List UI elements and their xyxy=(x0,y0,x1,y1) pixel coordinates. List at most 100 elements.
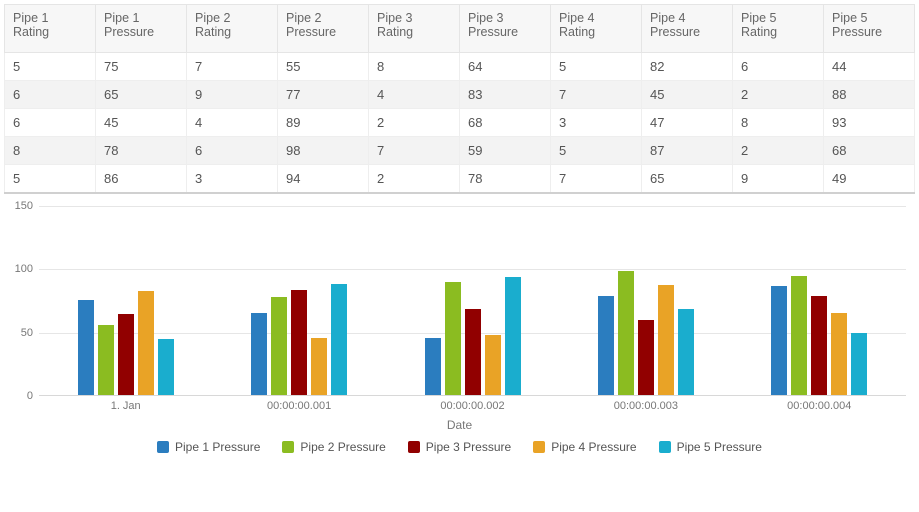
table-cell: 5 xyxy=(551,53,642,81)
legend-item: Pipe 5 Pressure xyxy=(659,440,762,454)
table-cell: 64 xyxy=(460,53,551,81)
legend-label: Pipe 4 Pressure xyxy=(551,440,636,454)
pressure-bar-chart: 050100150 1. Jan00:00:00.00100:00:00.002… xyxy=(7,200,912,460)
column-header: Pipe 1 Rating xyxy=(5,5,96,53)
table-row: 575755864582644 xyxy=(5,53,915,81)
table-cell: 82 xyxy=(642,53,733,81)
legend-label: Pipe 2 Pressure xyxy=(300,440,385,454)
table-cell: 6 xyxy=(733,53,824,81)
table-cell: 6 xyxy=(187,137,278,165)
table-row: 878698759587268 xyxy=(5,137,915,165)
table-cell: 59 xyxy=(460,137,551,165)
table-cell: 8 xyxy=(369,53,460,81)
legend-item: Pipe 1 Pressure xyxy=(157,440,260,454)
table-cell: 7 xyxy=(369,137,460,165)
bar-group xyxy=(39,206,212,395)
bar xyxy=(811,296,827,395)
bar xyxy=(158,339,174,395)
bar xyxy=(505,277,521,395)
bar xyxy=(771,286,787,395)
table-cell: 93 xyxy=(824,109,915,137)
table-cell: 7 xyxy=(551,81,642,109)
bar xyxy=(618,271,634,395)
legend-swatch xyxy=(408,441,420,453)
bar xyxy=(138,291,154,395)
table-cell: 87 xyxy=(642,137,733,165)
table-cell: 45 xyxy=(642,81,733,109)
table-cell: 44 xyxy=(824,53,915,81)
table-cell: 6 xyxy=(5,109,96,137)
table-cell: 98 xyxy=(278,137,369,165)
bar-group xyxy=(212,206,385,395)
bar xyxy=(78,300,94,395)
legend-swatch xyxy=(282,441,294,453)
table-cell: 2 xyxy=(369,165,460,194)
bar xyxy=(465,309,481,395)
table-cell: 86 xyxy=(96,165,187,194)
bar xyxy=(445,282,461,395)
column-header: Pipe 3 Rating xyxy=(369,5,460,53)
x-tick-label: 00:00:00.001 xyxy=(212,400,386,412)
table-cell: 94 xyxy=(278,165,369,194)
bar xyxy=(485,335,501,395)
table-row: 645489268347893 xyxy=(5,109,915,137)
bar xyxy=(118,314,134,395)
table-cell: 9 xyxy=(733,165,824,194)
bar xyxy=(251,313,267,395)
table-cell: 2 xyxy=(369,109,460,137)
legend-swatch xyxy=(659,441,671,453)
table-cell: 78 xyxy=(96,137,187,165)
bar xyxy=(311,338,327,395)
y-tick-label: 100 xyxy=(7,263,33,275)
chart-legend: Pipe 1 Pressure Pipe 2 Pressure Pipe 3 Pre… xyxy=(7,440,912,454)
bar xyxy=(425,338,441,395)
y-tick-label: 150 xyxy=(7,200,33,212)
legend-swatch xyxy=(533,441,545,453)
table-cell: 7 xyxy=(551,165,642,194)
bar xyxy=(851,333,867,395)
table-cell: 7 xyxy=(187,53,278,81)
table-cell: 65 xyxy=(96,81,187,109)
table-cell: 9 xyxy=(187,81,278,109)
table-cell: 4 xyxy=(187,109,278,137)
bar xyxy=(658,285,674,395)
legend-label: Pipe 1 Pressure xyxy=(175,440,260,454)
bar xyxy=(271,297,287,395)
bar xyxy=(98,325,114,395)
bar xyxy=(678,309,694,395)
table-cell: 88 xyxy=(824,81,915,109)
y-tick-label: 0 xyxy=(7,390,33,402)
bar-group xyxy=(386,206,559,395)
x-axis-label: Date xyxy=(7,418,912,432)
table-cell: 2 xyxy=(733,137,824,165)
legend-item: Pipe 2 Pressure xyxy=(282,440,385,454)
column-header: Pipe 3 Pressure xyxy=(460,5,551,53)
bar xyxy=(638,320,654,395)
column-header: Pipe 4 Pressure xyxy=(642,5,733,53)
table-cell: 49 xyxy=(824,165,915,194)
x-tick-label: 00:00:00.004 xyxy=(732,400,906,412)
table-cell: 68 xyxy=(824,137,915,165)
column-header: Pipe 1 Pressure xyxy=(96,5,187,53)
bar xyxy=(291,290,307,395)
table-cell: 83 xyxy=(460,81,551,109)
table-row: 665977483745288 xyxy=(5,81,915,109)
table-body: 5757558645826446659774837452886454892683… xyxy=(5,53,915,194)
table-cell: 68 xyxy=(460,109,551,137)
table-cell: 3 xyxy=(551,109,642,137)
table-cell: 45 xyxy=(96,109,187,137)
column-header: Pipe 5 Pressure xyxy=(824,5,915,53)
table-cell: 75 xyxy=(96,53,187,81)
x-tick-label: 00:00:00.002 xyxy=(386,400,560,412)
column-header: Pipe 4 Rating xyxy=(551,5,642,53)
table-cell: 77 xyxy=(278,81,369,109)
column-header: Pipe 2 Pressure xyxy=(278,5,369,53)
legend-item: Pipe 3 Pressure xyxy=(408,440,511,454)
bar xyxy=(598,296,614,395)
table-cell: 4 xyxy=(369,81,460,109)
table-cell: 65 xyxy=(642,165,733,194)
table-cell: 55 xyxy=(278,53,369,81)
table-row: 586394278765949 xyxy=(5,165,915,194)
bar-group xyxy=(733,206,906,395)
table-cell: 3 xyxy=(187,165,278,194)
